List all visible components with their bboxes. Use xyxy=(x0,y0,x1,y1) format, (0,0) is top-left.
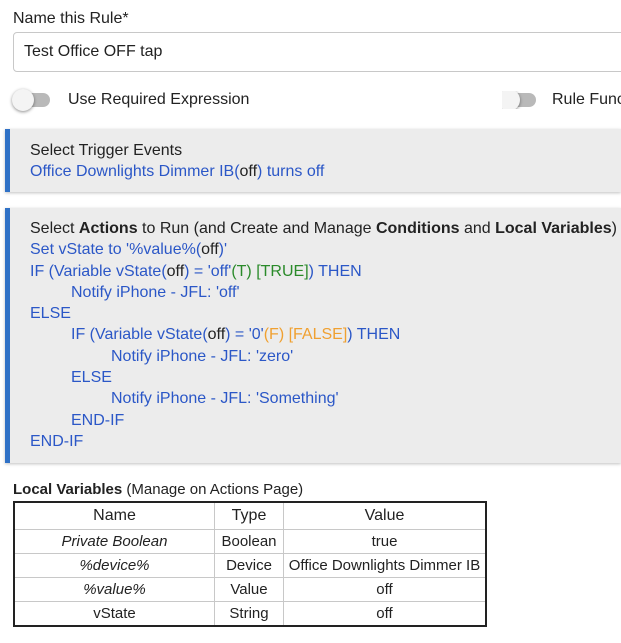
local-variables-title: Local Variables (Manage on Actions Page) xyxy=(13,481,304,498)
rule-functions-label: Rule Funct xyxy=(552,91,621,108)
cell-type: Value xyxy=(214,577,284,602)
required-expression-toggle[interactable] xyxy=(12,89,50,111)
column-header-value: Value xyxy=(283,501,487,530)
action-lines: Set vState to '%value%(off)' IF (Variable… xyxy=(30,239,621,452)
table-row: %device% Device Office Downlights Dimmer I… xyxy=(13,553,487,578)
action-line[interactable]: Notify iPhone - JFL: 'zero' xyxy=(30,346,621,367)
cell-value: Office Downlights Dimmer IB xyxy=(283,553,487,578)
cell-type: String xyxy=(214,601,284,627)
cell-name: Private Boolean xyxy=(13,529,215,554)
table-row: %value% Value off xyxy=(13,577,487,602)
toggle-knob xyxy=(12,89,34,111)
cell-value: true xyxy=(283,529,487,554)
action-line[interactable]: IF (Variable vState(off) = 'off'(T) [TRU… xyxy=(30,261,621,282)
action-line[interactable]: Notify iPhone - JFL: 'off' xyxy=(30,282,621,303)
toggle-knob xyxy=(502,91,520,109)
trigger-heading: Select Trigger Events xyxy=(30,142,183,159)
column-header-name: Name xyxy=(13,501,215,530)
action-line[interactable]: ELSE xyxy=(30,303,621,324)
cell-value: off xyxy=(283,577,487,602)
trigger-events-card[interactable]: Select Trigger Events Office Downlights … xyxy=(5,129,621,192)
cell-type: Device xyxy=(214,553,284,578)
table-row: vState String off xyxy=(13,601,487,627)
rule-functions-toggle-row[interactable]: Rule Funct xyxy=(502,91,621,109)
cell-name: vState xyxy=(13,601,215,627)
cell-value: off xyxy=(283,601,487,627)
actions-heading: Select Actions to Run (and Create and Ma… xyxy=(30,220,617,237)
required-expression-label: Use Required Expression xyxy=(68,91,250,108)
action-line[interactable]: END-IF xyxy=(30,410,621,431)
cell-type: Boolean xyxy=(214,529,284,554)
cell-name: %value% xyxy=(13,577,215,602)
rule-functions-toggle[interactable] xyxy=(502,91,536,109)
table-row: Private Boolean Boolean true xyxy=(13,529,487,554)
action-line[interactable]: IF (Variable vState(off) = '0'(F) [FALSE… xyxy=(30,324,621,345)
action-line[interactable]: Notify iPhone - JFL: 'Something' xyxy=(30,388,621,409)
rule-name-label: Name this Rule* xyxy=(13,10,129,27)
cell-name: %device% xyxy=(13,553,215,578)
trigger-event[interactable]: Office Downlights Dimmer IB(off) turns o… xyxy=(30,161,621,182)
action-line[interactable]: END-IF xyxy=(30,431,621,452)
table-header-row: Name Type Value xyxy=(13,501,487,530)
trigger-device: Office Downlights Dimmer IB xyxy=(30,163,235,181)
action-line[interactable]: ELSE xyxy=(30,367,621,388)
local-variables-table: Name Type Value Private Boolean Boolean tr… xyxy=(13,501,487,627)
action-line[interactable]: Set vState to '%value%(off)' xyxy=(30,239,621,260)
trigger-state: off xyxy=(239,163,258,181)
rule-name-input[interactable] xyxy=(13,32,621,72)
trigger-action: turns off xyxy=(266,163,325,181)
actions-card[interactable]: Select Actions to Run (and Create and Ma… xyxy=(5,208,621,463)
column-header-type: Type xyxy=(214,501,284,530)
required-expression-toggle-row[interactable]: Use Required Expression xyxy=(12,89,250,111)
